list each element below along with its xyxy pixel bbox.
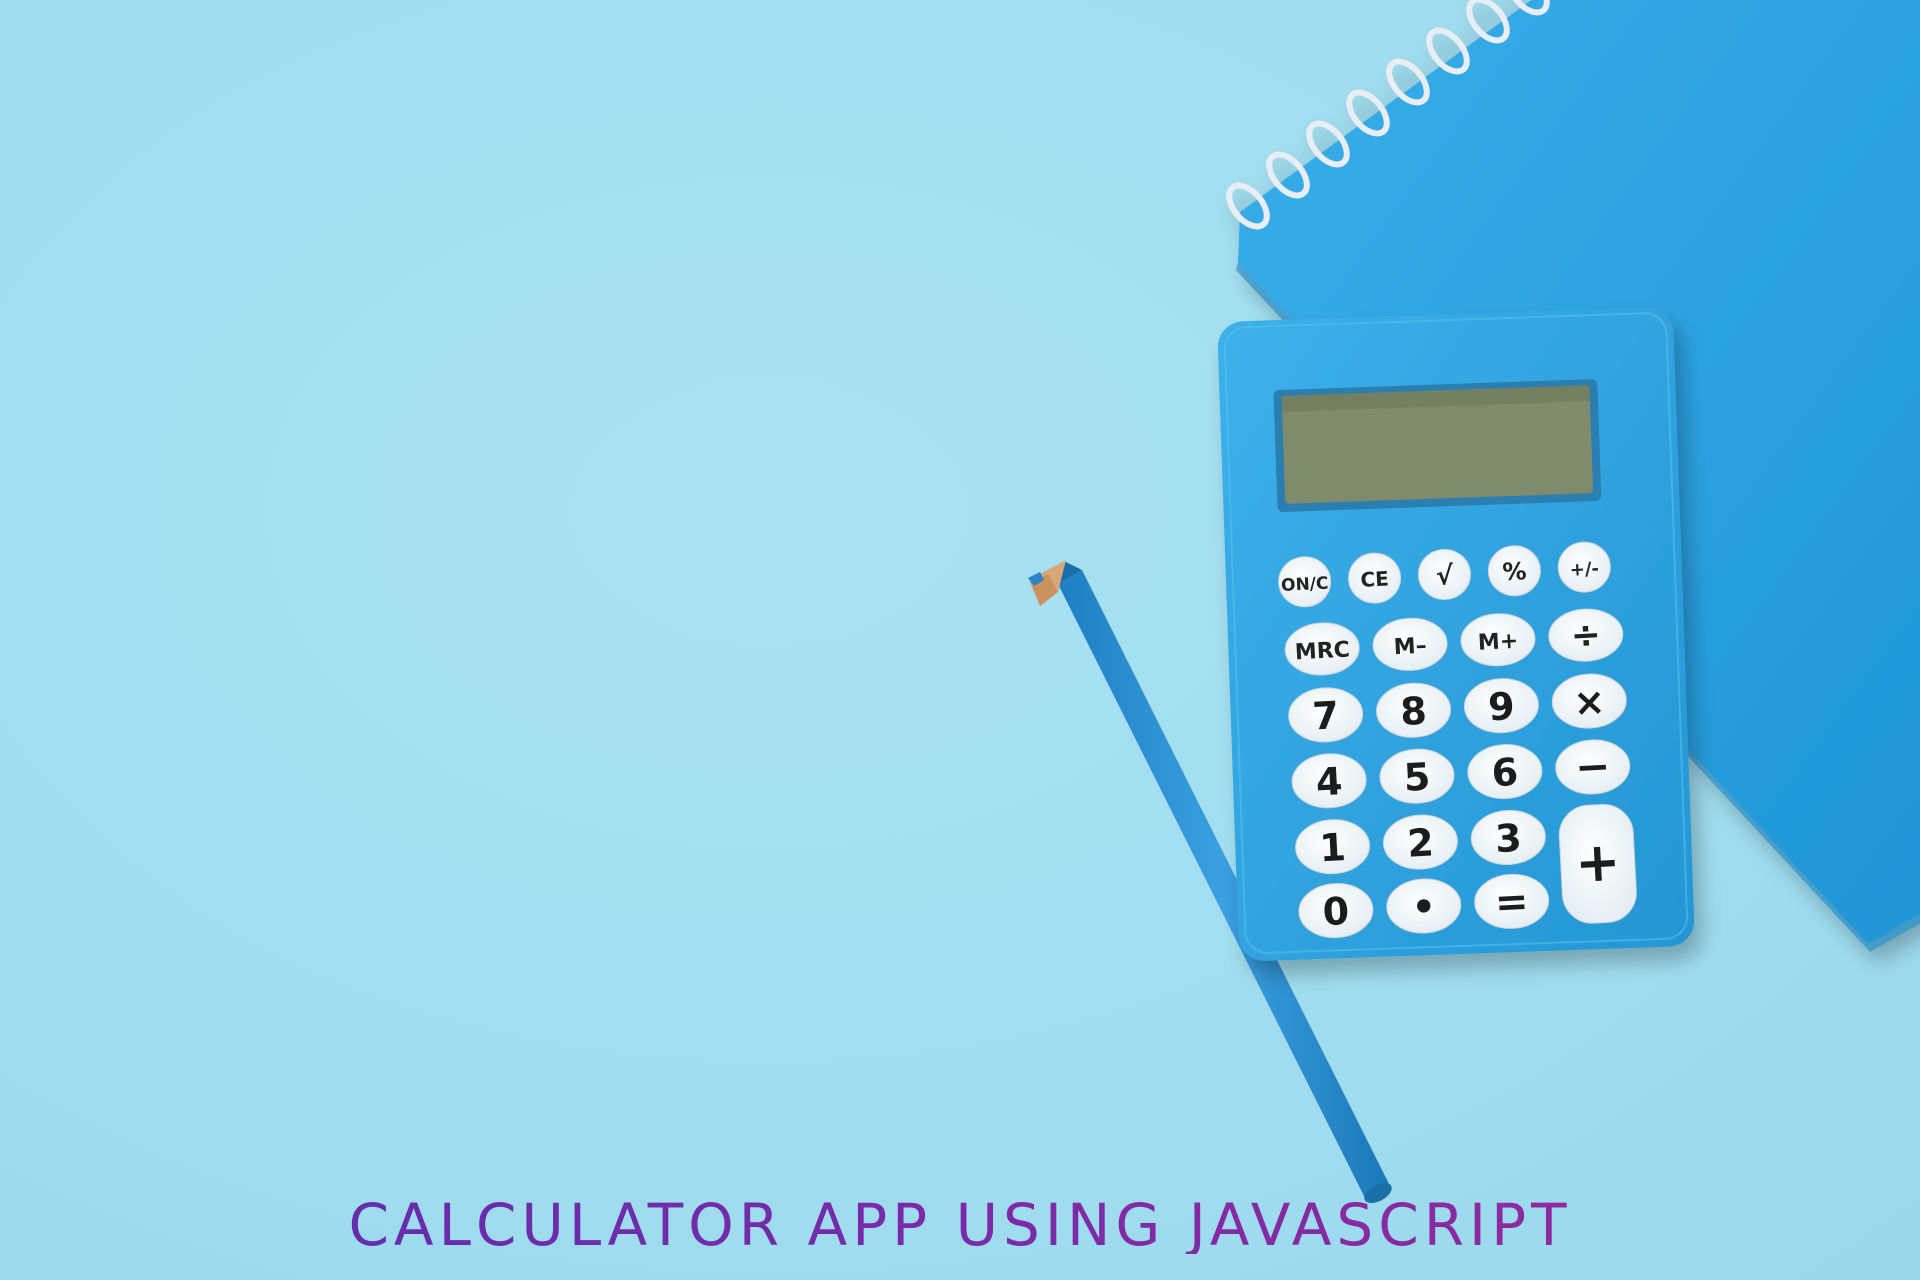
key-multiply-label: × xyxy=(1572,679,1606,725)
key-8-label: 8 xyxy=(1399,689,1428,734)
key-1-label: 1 xyxy=(1318,825,1347,870)
key-decimal-label: • xyxy=(1411,884,1438,929)
key-9-label: 9 xyxy=(1487,684,1516,729)
key-3-label: 3 xyxy=(1494,816,1523,861)
key-equals-label: = xyxy=(1494,879,1530,927)
key-percent-label: % xyxy=(1502,557,1527,586)
key-mrc-label: MRC xyxy=(1294,638,1350,666)
desk-scene: ON/C CE √ % +/- MRC M– M+ ÷ 7 8 9 × 4 5 … xyxy=(1028,0,1920,1203)
key-sqrt-label: √ xyxy=(1435,561,1455,592)
page-title: CALCULATOR APP USING JAVASCRIPT xyxy=(0,1196,1920,1254)
key-divide-label: ÷ xyxy=(1570,614,1602,657)
key-add[interactable]: + xyxy=(1558,803,1638,925)
key-7-label: 7 xyxy=(1311,693,1340,738)
key-2-label: 2 xyxy=(1406,820,1435,865)
key-subtract-label: − xyxy=(1574,741,1612,792)
key-6-label: 6 xyxy=(1491,750,1520,795)
key-5-label: 5 xyxy=(1403,755,1432,800)
key-add-label: + xyxy=(1573,830,1621,895)
calculator-display xyxy=(1273,379,1602,512)
key-onc-label: ON/C xyxy=(1281,574,1329,596)
key-4-label: 4 xyxy=(1315,759,1344,804)
calculator: ON/C CE √ % +/- MRC M– M+ ÷ 7 8 9 × 4 5 … xyxy=(1217,307,1695,961)
key-m-plus-label: M+ xyxy=(1477,629,1519,656)
key-0-label: 0 xyxy=(1322,889,1351,934)
key-m-minus-label: M– xyxy=(1393,634,1427,661)
key-ce-label: CE xyxy=(1360,566,1390,591)
key-plus-minus-label: +/- xyxy=(1569,558,1599,580)
